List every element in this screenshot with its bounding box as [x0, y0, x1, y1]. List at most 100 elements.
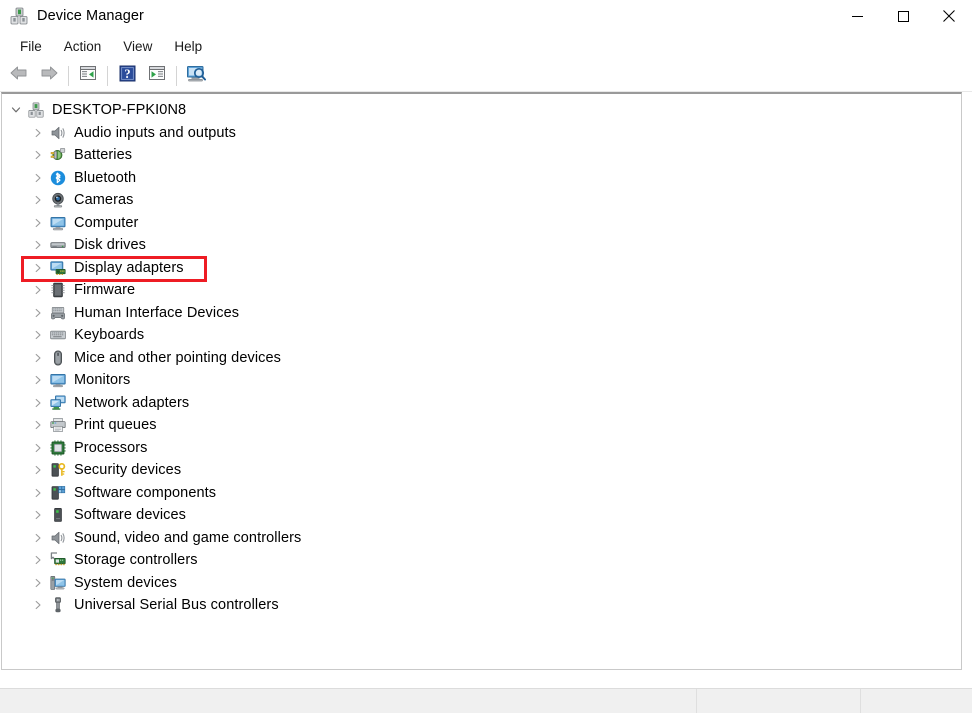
tree-item-label: Audio inputs and outputs — [74, 124, 237, 141]
chevron-right-icon[interactable] — [30, 282, 46, 298]
tree-row-firmware[interactable]: Firmware — [2, 279, 961, 302]
tree-item-label: Human Interface Devices — [74, 304, 240, 321]
tree-row-network-adapters[interactable]: Network adapters — [2, 392, 961, 415]
tree-item-label: Display adapters — [74, 259, 184, 276]
chevron-right-icon[interactable] — [30, 417, 46, 433]
chevron-right-icon[interactable] — [30, 395, 46, 411]
title-bar: Device Manager — [0, 0, 972, 32]
tree-item-label: Print queues — [74, 417, 157, 434]
mouse-icon — [50, 350, 66, 366]
chevron-right-icon[interactable] — [30, 507, 46, 523]
tree-row-software-components[interactable]: Software components — [2, 482, 961, 505]
help-question-icon: ? — [119, 65, 136, 87]
speaker-icon — [50, 125, 66, 141]
tree-item-label: Storage controllers — [74, 552, 198, 569]
menu-action[interactable]: Action — [53, 36, 113, 57]
back-arrow-icon — [9, 65, 29, 86]
status-secondary-text — [697, 689, 860, 697]
scan-for-hardware-changes-icon — [186, 65, 206, 87]
tree-root-label: DESKTOP-FPKI0N8 — [52, 102, 187, 119]
update-driver-button[interactable] — [142, 63, 172, 89]
tree-row-bluetooth[interactable]: Bluetooth — [2, 167, 961, 190]
back-button[interactable] — [4, 63, 34, 89]
chevron-down-icon[interactable] — [8, 102, 24, 118]
chevron-right-icon[interactable] — [30, 597, 46, 613]
chevron-right-icon[interactable] — [30, 327, 46, 343]
chevron-right-icon[interactable] — [30, 305, 46, 321]
properties-window-icon — [79, 65, 97, 86]
tree-item-label: System devices — [74, 574, 177, 591]
tree-row-computer[interactable]: Computer — [2, 212, 961, 235]
chevron-right-icon[interactable] — [30, 462, 46, 478]
computer-root-icon — [28, 102, 44, 118]
menu-view[interactable]: View — [112, 36, 163, 57]
forward-arrow-icon — [39, 65, 59, 86]
bluetooth-icon — [50, 170, 66, 186]
tree-row-sound-video-and-game-controllers[interactable]: Sound, video and game controllers — [2, 527, 961, 550]
usb-icon — [50, 597, 66, 613]
tree-row-monitors[interactable]: Monitors — [2, 369, 961, 392]
chevron-right-icon[interactable] — [30, 215, 46, 231]
printer-icon — [50, 417, 66, 433]
tree-row-audio-inputs-and-outputs[interactable]: Audio inputs and outputs — [2, 122, 961, 145]
status-pane-tertiary — [861, 689, 972, 713]
help-button[interactable]: ? — [112, 63, 142, 89]
menu-file[interactable]: File — [9, 36, 53, 57]
chevron-right-icon[interactable] — [30, 260, 46, 276]
tree-item-label: Monitors — [74, 372, 131, 389]
chevron-right-icon[interactable] — [30, 350, 46, 366]
tree-row-universal-serial-bus-controllers[interactable]: Universal Serial Bus controllers — [2, 594, 961, 617]
device-tree: DESKTOP-FPKI0N8 Audio inputs and outputs — [2, 94, 961, 617]
sound-speaker-icon — [50, 530, 66, 546]
chevron-right-icon[interactable] — [30, 192, 46, 208]
tree-row-mice-and-other-pointing-devices[interactable]: Mice and other pointing devices — [2, 347, 961, 370]
tree-item-label: Software devices — [74, 507, 187, 524]
tree-row-software-devices[interactable]: Software devices — [2, 504, 961, 527]
chevron-right-icon[interactable] — [30, 575, 46, 591]
chevron-right-icon[interactable] — [30, 530, 46, 546]
menu-bar: File Action View Help — [0, 32, 972, 60]
device-tree-panel[interactable]: DESKTOP-FPKI0N8 Audio inputs and outputs — [1, 92, 962, 670]
security-key-icon — [50, 462, 66, 478]
monitor-screen-icon — [50, 372, 66, 388]
system-device-icon — [50, 575, 66, 591]
scan-hardware-button[interactable] — [181, 63, 211, 89]
close-button[interactable] — [926, 0, 972, 32]
tree-row-print-queues[interactable]: Print queues — [2, 414, 961, 437]
tree-row-processors[interactable]: Processors — [2, 437, 961, 460]
chevron-right-icon[interactable] — [30, 552, 46, 568]
properties-button[interactable] — [73, 63, 103, 89]
tree-item-label: Bluetooth — [74, 169, 137, 186]
battery-plug-icon — [50, 147, 66, 163]
tree-row-system-devices[interactable]: System devices — [2, 572, 961, 595]
forward-button[interactable] — [34, 63, 64, 89]
tree-row-cameras[interactable]: Cameras — [2, 189, 961, 212]
chevron-right-icon[interactable] — [30, 125, 46, 141]
minimize-button[interactable] — [834, 0, 880, 32]
chevron-right-icon[interactable] — [30, 237, 46, 253]
tree-row-disk-drives[interactable]: Disk drives — [2, 234, 961, 257]
tree-item-label: Computer — [74, 214, 139, 231]
tree-item-label: Mice and other pointing devices — [74, 349, 282, 366]
window-title: Device Manager — [37, 8, 144, 24]
tree-row-display-adapters[interactable]: Display adapters — [2, 257, 961, 280]
tree-item-label: Keyboards — [74, 327, 145, 344]
tree-row-security-devices[interactable]: Security devices — [2, 459, 961, 482]
tree-item-label: Processors — [74, 439, 148, 456]
tree-row-batteries[interactable]: Batteries — [2, 144, 961, 167]
toolbar-separator-3 — [176, 65, 177, 86]
chevron-right-icon[interactable] — [30, 372, 46, 388]
status-pane-message — [0, 689, 697, 713]
tree-row-keyboards[interactable]: Keyboards — [2, 324, 961, 347]
tree-row-storage-controllers[interactable]: Storage controllers — [2, 549, 961, 572]
tree-item-label: Universal Serial Bus controllers — [74, 597, 279, 614]
chevron-right-icon[interactable] — [30, 440, 46, 456]
tree-item-label: Sound, video and game controllers — [74, 529, 302, 546]
chevron-right-icon[interactable] — [30, 170, 46, 186]
chevron-right-icon[interactable] — [30, 147, 46, 163]
menu-help[interactable]: Help — [163, 36, 213, 57]
maximize-button[interactable] — [880, 0, 926, 32]
tree-row-human-interface-devices[interactable]: Human Interface Devices — [2, 302, 961, 325]
chevron-right-icon[interactable] — [30, 485, 46, 501]
tree-row-root[interactable]: DESKTOP-FPKI0N8 — [2, 99, 961, 122]
